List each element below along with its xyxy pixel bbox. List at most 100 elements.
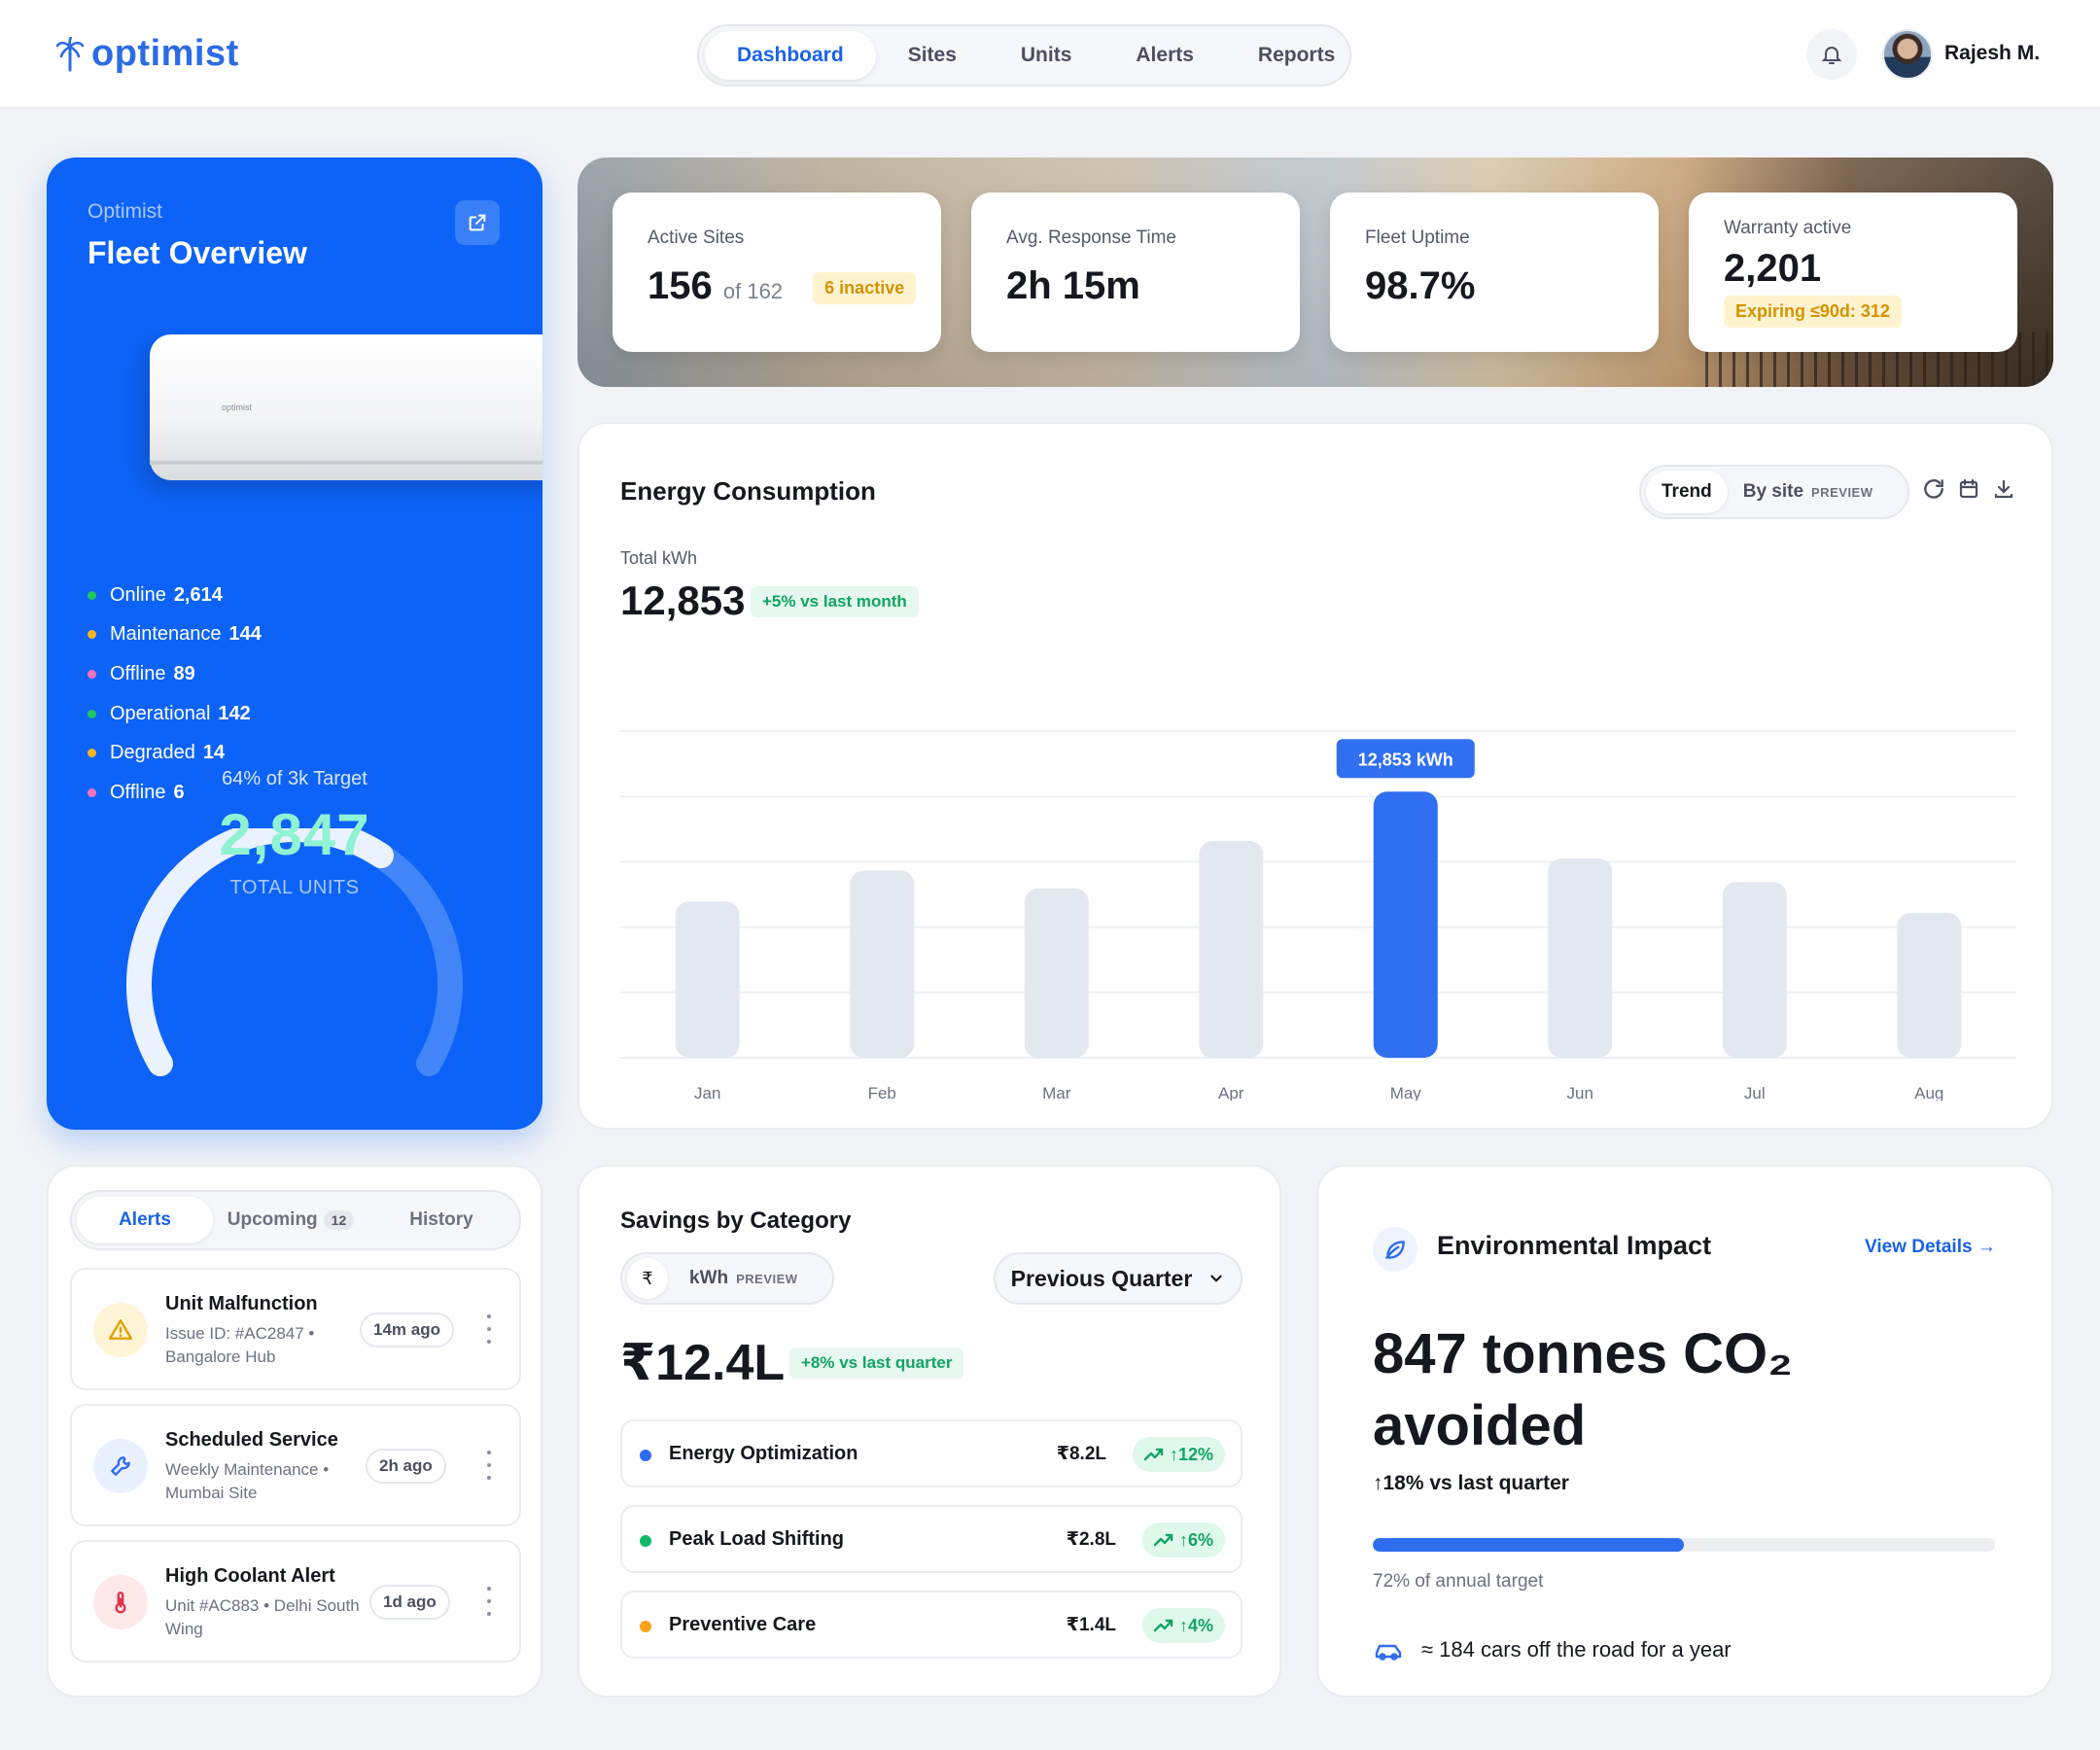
category-amount: ₹8.2L — [1056, 1444, 1106, 1464]
stat-value: 2,201 — [1724, 247, 1822, 290]
ac-unit-image: optimist — [150, 334, 542, 480]
target-gauge — [126, 828, 463, 1076]
thermometer-icon — [115, 1592, 126, 1614]
rupee-toggle[interactable]: ₹ — [627, 1258, 668, 1299]
bar-tooltip: 12,853 kWh — [1336, 739, 1475, 779]
status-dot — [88, 749, 96, 758]
category-name: Energy Optimization — [669, 1443, 858, 1464]
gauge-value: 2,847 — [219, 802, 370, 867]
period-dropdown[interactable]: Previous Quarter — [994, 1252, 1242, 1305]
alert-time: 2h ago — [366, 1449, 446, 1484]
chevron-down-icon — [1210, 1275, 1222, 1282]
more-options-icon[interactable] — [484, 1587, 494, 1616]
stat-value: 98.7% — [1365, 264, 1476, 307]
alert-time: 14m ago — [360, 1312, 454, 1348]
total-kwh-label: Total kWh — [620, 548, 698, 568]
bar-feb[interactable] — [850, 870, 915, 1058]
nav-sites[interactable]: Sites — [876, 31, 989, 80]
open-fleet-button[interactable] — [455, 200, 500, 245]
top-header: optimist Dashboard Sites Units Alerts Re… — [0, 0, 2100, 109]
stat-value: 156 of 162 6 inactive — [648, 264, 917, 308]
status-offline: Offline 89 — [88, 654, 262, 694]
refresh-button[interactable] — [1919, 474, 1948, 504]
view-details-link[interactable]: View Details → — [1865, 1237, 1996, 1258]
stat-active-sites[interactable]: Active Sites 156 of 162 6 inactive — [612, 192, 941, 352]
bar-may[interactable] — [1373, 791, 1438, 1058]
stat-label: Active Sites — [648, 228, 745, 248]
nav-reports[interactable]: Reports — [1226, 31, 1367, 80]
status-dot — [88, 630, 96, 640]
energy-view-toggle: Trend By site PREVIEW — [1639, 465, 1909, 519]
inactive-badge: 6 inactive — [813, 271, 917, 304]
savings-card: Savings by Category ₹ kWh PREVIEW Previou… — [578, 1165, 1281, 1698]
calendar-button[interactable] — [1954, 474, 1983, 504]
tab-upcoming[interactable]: Upcoming 12 — [213, 1197, 368, 1243]
status-online: Online 2,614 — [88, 576, 262, 615]
category-amount: ₹1.4L — [1066, 1615, 1116, 1635]
energy-bar-chart: Jan Feb Mar Apr May 12,853 kWh Jun Jul Aug — [620, 730, 2016, 1101]
x-tick-label: Apr — [1218, 1084, 1244, 1101]
expiring-badge: Expiring ≤90d: 312 — [1724, 296, 1902, 328]
x-tick-label: Feb — [868, 1084, 896, 1101]
nav-dashboard[interactable]: Dashboard — [705, 31, 876, 80]
stat-response-time[interactable]: Avg. Response Time 2h 15m — [971, 192, 1300, 352]
co2-line-2: avoided — [1373, 1394, 1587, 1457]
tab-history[interactable]: History — [368, 1197, 514, 1243]
stat-warranty[interactable]: Warranty active 2,201 Expiring ≤90d: 312 — [1689, 192, 2017, 352]
bar-jan[interactable] — [675, 901, 740, 1058]
alerts-card: Alerts Upcoming 12 History Unit Malfuncti… — [47, 1165, 542, 1698]
savings-category-row[interactable]: Preventive Care ₹1.4L ↑4% — [620, 1591, 1242, 1659]
x-tick-label: Jun — [1567, 1084, 1593, 1101]
savings-category-row[interactable]: Peak Load Shifting ₹2.8L ↑6% — [620, 1505, 1242, 1573]
notifications-button[interactable] — [1806, 29, 1857, 80]
kwh-toggle[interactable]: kWh PREVIEW — [689, 1268, 798, 1289]
status-dot — [88, 590, 96, 600]
energy-consumption-card: Energy Consumption Trend By site PREVIEW … — [578, 422, 2053, 1130]
download-button[interactable] — [1989, 474, 2018, 504]
tab-alerts[interactable]: Alerts — [77, 1197, 213, 1243]
user-name[interactable]: Rajesh M. — [1944, 42, 2040, 65]
status-degraded: Degraded 14 — [88, 733, 262, 773]
more-options-icon[interactable] — [484, 1451, 494, 1480]
stat-label: Fleet Uptime — [1365, 228, 1470, 248]
bar-apr[interactable] — [1199, 841, 1264, 1058]
preview-tag: PREVIEW — [1811, 484, 1873, 500]
status-dot — [88, 709, 96, 718]
gauge-sub: TOTAL UNITS — [229, 877, 360, 898]
car-icon — [1375, 1644, 1402, 1661]
external-link-icon — [469, 214, 486, 231]
environmental-impact-card: Environmental Impact View Details → 847 … — [1316, 1165, 2053, 1698]
leaf-icon — [1385, 1241, 1405, 1259]
energy-delta-badge: +5% vs last month — [751, 586, 919, 617]
toggle-trend[interactable]: Trend — [1646, 471, 1728, 513]
bar-mar[interactable] — [1024, 888, 1089, 1058]
bar-jul[interactable] — [1722, 882, 1787, 1058]
alert-item[interactable]: High Coolant Alert Unit #AC883 • Delhi S… — [70, 1540, 521, 1662]
x-tick-label: Mar — [1042, 1084, 1071, 1101]
nav-alerts[interactable]: Alerts — [1103, 31, 1226, 80]
user-avatar[interactable] — [1882, 29, 1933, 80]
progress-label: 72% of annual target — [1373, 1571, 1544, 1592]
brand-logo[interactable]: optimist — [56, 33, 239, 75]
brand-name: optimist — [91, 33, 239, 74]
savings-title: Savings by Category — [620, 1208, 852, 1234]
toggle-by-site[interactable]: By site PREVIEW — [1728, 471, 1889, 513]
stat-fleet-uptime[interactable]: Fleet Uptime 98.7% — [1330, 192, 1659, 352]
trend-up-icon — [1153, 1619, 1173, 1632]
savings-category-row[interactable]: Energy Optimization ₹8.2L ↑12% — [620, 1419, 1242, 1488]
trend-up-icon — [1143, 1448, 1164, 1461]
nav-units[interactable]: Units — [989, 31, 1104, 80]
stat-label: Avg. Response Time — [1006, 228, 1176, 248]
category-dot — [640, 1535, 651, 1547]
stat-label: Warranty active — [1724, 218, 1852, 238]
alert-item[interactable]: Scheduled Service Weekly Maintenance • M… — [70, 1404, 521, 1526]
trend-up-icon — [1153, 1533, 1173, 1547]
alert-subtitle: Issue ID: #AC2847 • Bangalore Hub — [165, 1324, 315, 1366]
alert-title: Scheduled Service — [165, 1429, 338, 1451]
bar-aug[interactable] — [1897, 912, 1962, 1058]
alert-item[interactable]: Unit Malfunction Issue ID: #AC2847 • Ban… — [70, 1268, 521, 1390]
category-delta: ↑6% — [1141, 1522, 1225, 1558]
more-options-icon[interactable] — [484, 1314, 494, 1344]
bar-jun[interactable] — [1548, 858, 1613, 1058]
co2-avoided-value: 847 tonnes CO₂ avoided — [1373, 1318, 1995, 1462]
